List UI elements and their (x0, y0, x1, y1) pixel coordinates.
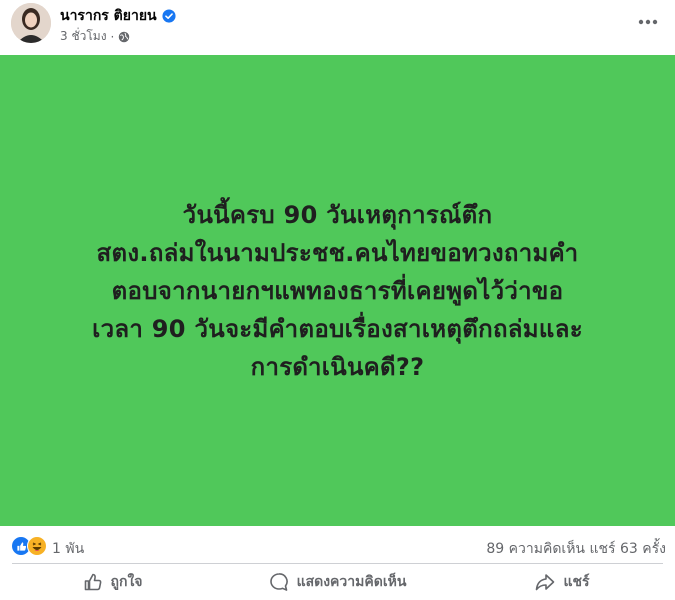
thumbs-up-icon (84, 573, 101, 591)
more-horizontal-icon (638, 19, 658, 25)
like-label: ถูกใจ (110, 574, 143, 590)
reaction-icons[interactable] (11, 536, 51, 556)
post-meta: 3 ชั่วโมง · (60, 27, 130, 46)
post-actions: ถูกใจ แสดงความคิดเห็น แชร์ (0, 564, 675, 600)
comment-label: แสดงความคิดเห็น (296, 574, 407, 590)
comment-count[interactable]: 89 ความคิดเห็น (486, 538, 585, 560)
haha-reaction-icon (27, 536, 47, 556)
share-arrow-icon (536, 574, 555, 591)
post-time[interactable]: 3 ชั่วโมง (60, 27, 107, 46)
like-button[interactable]: ถูกใจ (0, 564, 225, 600)
share-count[interactable]: แชร์ 63 ครั้ง (590, 538, 666, 560)
globe-icon (119, 31, 130, 42)
meta-separator: · (110, 29, 115, 44)
post-header: นารากร ติยายน 3 ชั่วโมง · (0, 0, 675, 55)
comment-button[interactable]: แสดงความคิดเห็น (225, 564, 450, 600)
comment-bubble-icon (269, 573, 288, 591)
post-background-card: วันนี้ครบ 90 วันเหตุการณ์ตึก สตง.ถล่มในน… (0, 55, 675, 526)
verified-badge-icon (162, 9, 176, 23)
author-name[interactable]: นารากร ติยายน (60, 5, 157, 27)
share-label: แชร์ (563, 574, 590, 590)
reactions-bar: 1 พัน 89 ความคิดเห็น แชร์ 63 ครั้ง (0, 526, 675, 566)
share-button[interactable]: แชร์ (450, 564, 675, 600)
reaction-count[interactable]: 1 พัน (52, 538, 84, 560)
post-text: วันนี้ครบ 90 วันเหตุการณ์ตึก สตง.ถล่มในน… (92, 200, 583, 381)
more-options-button[interactable] (633, 10, 663, 34)
author-avatar[interactable] (11, 3, 51, 43)
author-name-row[interactable]: นารากร ติยายน (60, 5, 176, 27)
